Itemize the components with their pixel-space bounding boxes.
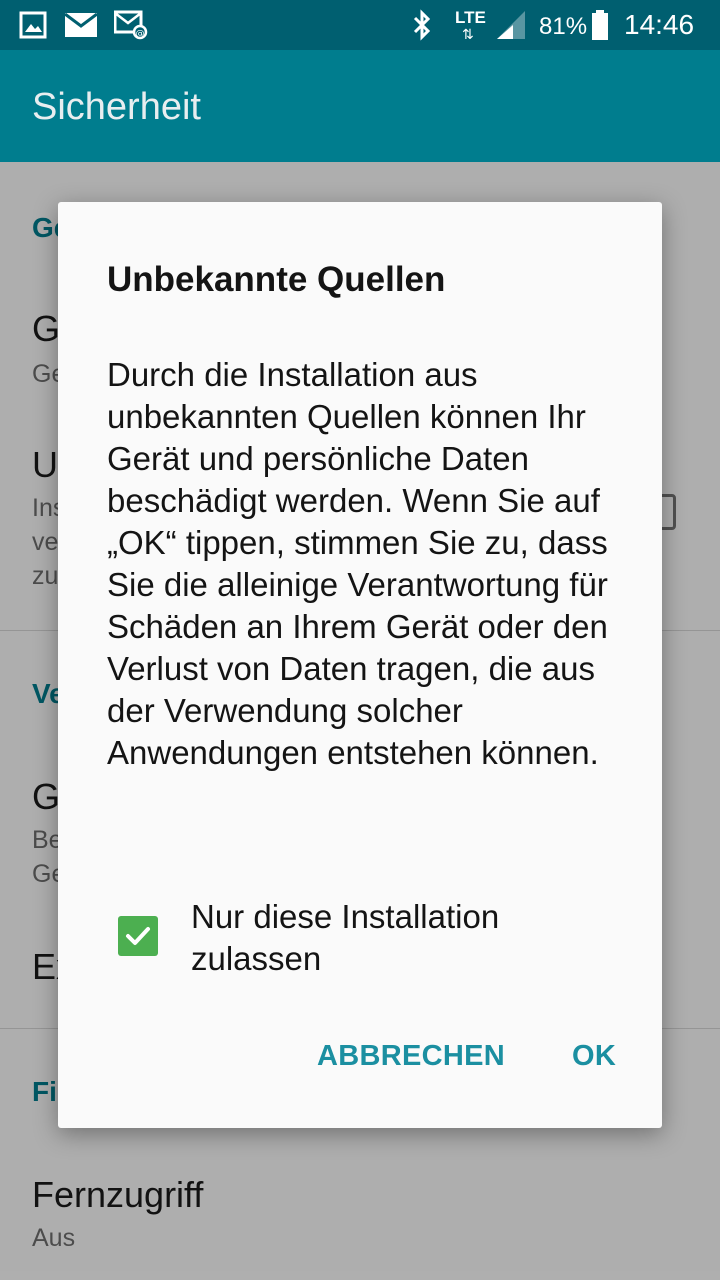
unknown-sources-dialog: Unbekannte Quellen Durch die Installatio… — [58, 202, 662, 1128]
bluetooth-icon — [410, 8, 434, 42]
checkmark-icon — [126, 927, 150, 945]
dialog-message: Durch die Installation aus unbekannten Q… — [107, 356, 608, 771]
allow-once-checkbox[interactable] — [118, 916, 158, 956]
ok-button[interactable]: OK — [572, 1040, 616, 1073]
battery-percent: 81% — [539, 13, 588, 40]
battery-icon — [590, 8, 610, 42]
image-icon — [18, 8, 48, 42]
dialog-title: Unbekannte Quellen — [107, 260, 446, 299]
clock: 14:46 — [624, 9, 695, 40]
status-bar: @ LTE ⇅ 81% 14:46 — [0, 0, 720, 50]
email-sync-icon: @ — [114, 8, 148, 42]
page-title: Sicherheit — [32, 86, 201, 128]
cancel-button[interactable]: ABBRECHEN — [317, 1040, 505, 1073]
app-bar: Sicherheit — [0, 50, 720, 162]
svg-text:@: @ — [136, 29, 145, 39]
signal-icon — [494, 8, 528, 42]
network-type: LTE — [455, 8, 486, 27]
data-arrows-icon: ⇅ — [462, 26, 474, 42]
allow-once-label[interactable]: Nur diese Installation zulassen — [191, 896, 611, 980]
email-icon — [64, 8, 98, 42]
